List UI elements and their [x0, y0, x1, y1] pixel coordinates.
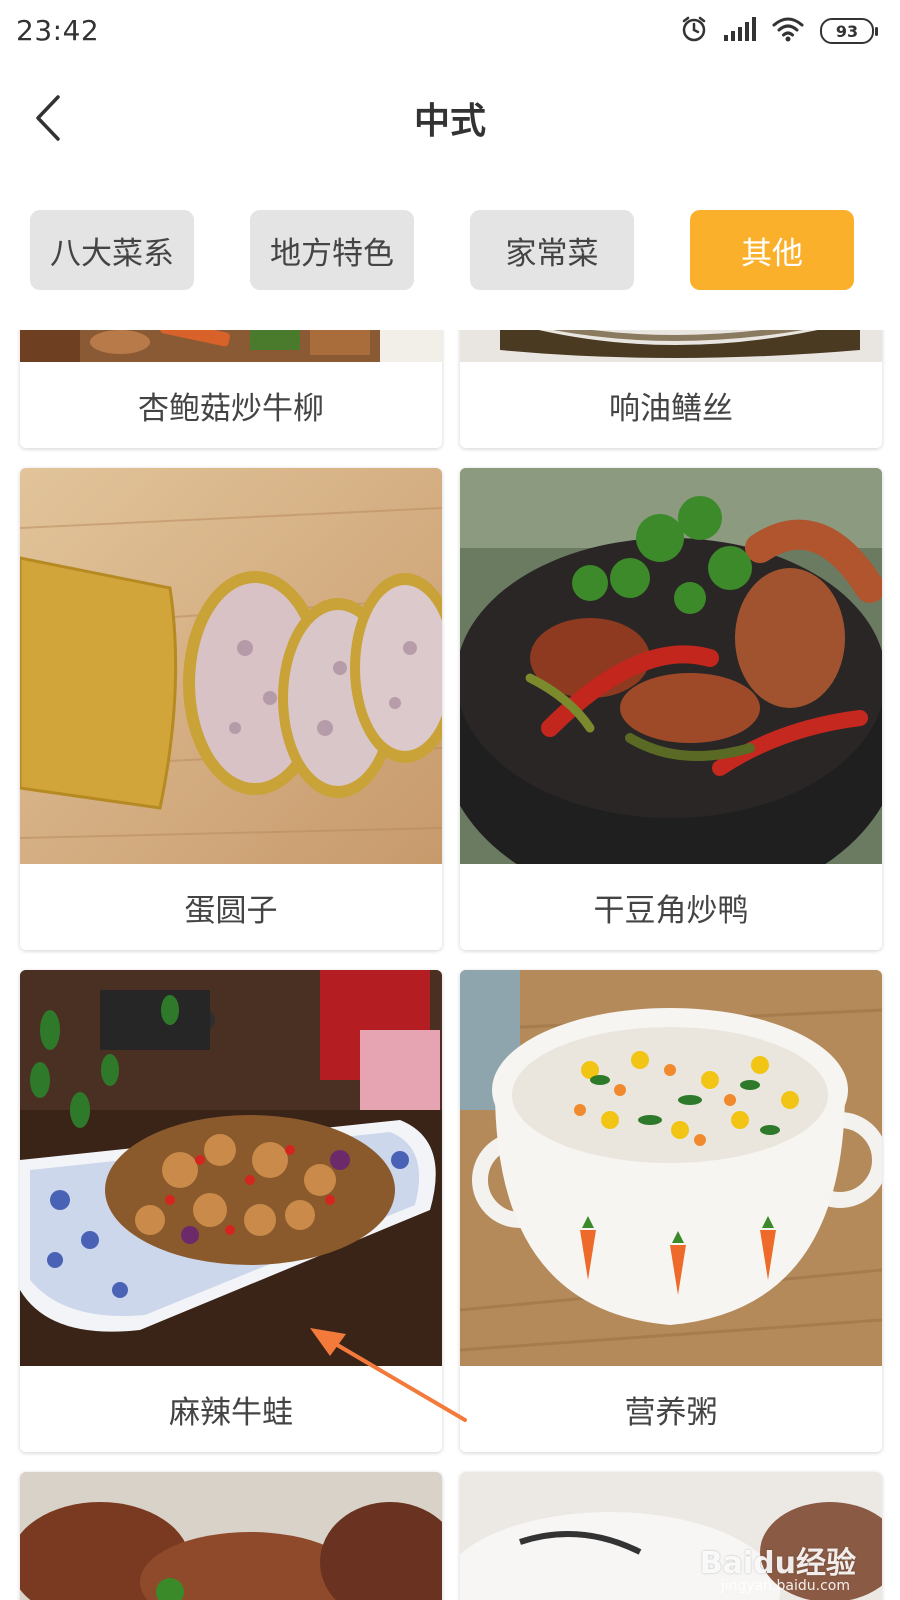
dish-image [460, 330, 882, 362]
dish-card[interactable]: 响油鳝丝 [460, 330, 882, 448]
tab-other[interactable]: 其他 [690, 210, 854, 290]
tab-eight-cuisines[interactable]: 八大菜系 [30, 210, 194, 290]
dish-image [460, 468, 882, 864]
dish-name: 蛋圆子 [20, 864, 442, 950]
dish-image [20, 970, 442, 1366]
battery-icon: 93 [820, 18, 878, 44]
wifi-icon [772, 16, 804, 46]
dish-name: 响油鳝丝 [460, 362, 882, 448]
dish-card[interactable]: 营养粥 [460, 970, 882, 1452]
dish-card[interactable] [20, 1472, 442, 1600]
dish-name: 营养粥 [460, 1366, 882, 1452]
dish-card[interactable]: 蛋圆子 [20, 468, 442, 950]
status-time: 23:42 [16, 14, 100, 47]
alarm-icon [680, 15, 708, 47]
signal-icon [724, 17, 756, 45]
battery-level: 93 [835, 21, 859, 41]
dish-image [20, 330, 442, 362]
watermark-brand: Baidu经验 [699, 1546, 856, 1581]
dish-name: 杏鲍菇炒牛柳 [20, 362, 442, 448]
dish-image [20, 1472, 442, 1600]
dish-image [20, 468, 442, 864]
annotation-arrow-icon [310, 1328, 467, 1422]
header: 中式 [0, 62, 900, 172]
status-bar: 23:42 93 [0, 0, 900, 62]
tab-home-cooking[interactable]: 家常菜 [470, 210, 634, 290]
dish-card[interactable]: 杏鲍菇炒牛柳 [20, 330, 442, 448]
watermark-url: jingyan.baidu.com [720, 1578, 850, 1594]
dish-card[interactable]: 干豆角炒鸭 [460, 468, 882, 950]
page-title: 中式 [413, 101, 486, 142]
tab-local-specialties[interactable]: 地方特色 [250, 210, 414, 290]
dish-image [460, 970, 882, 1366]
status-icons: 93 [680, 14, 878, 48]
dish-name: 干豆角炒鸭 [460, 864, 882, 950]
category-tabs: 八大菜系 地方特色 家常菜 其他 [30, 210, 870, 290]
